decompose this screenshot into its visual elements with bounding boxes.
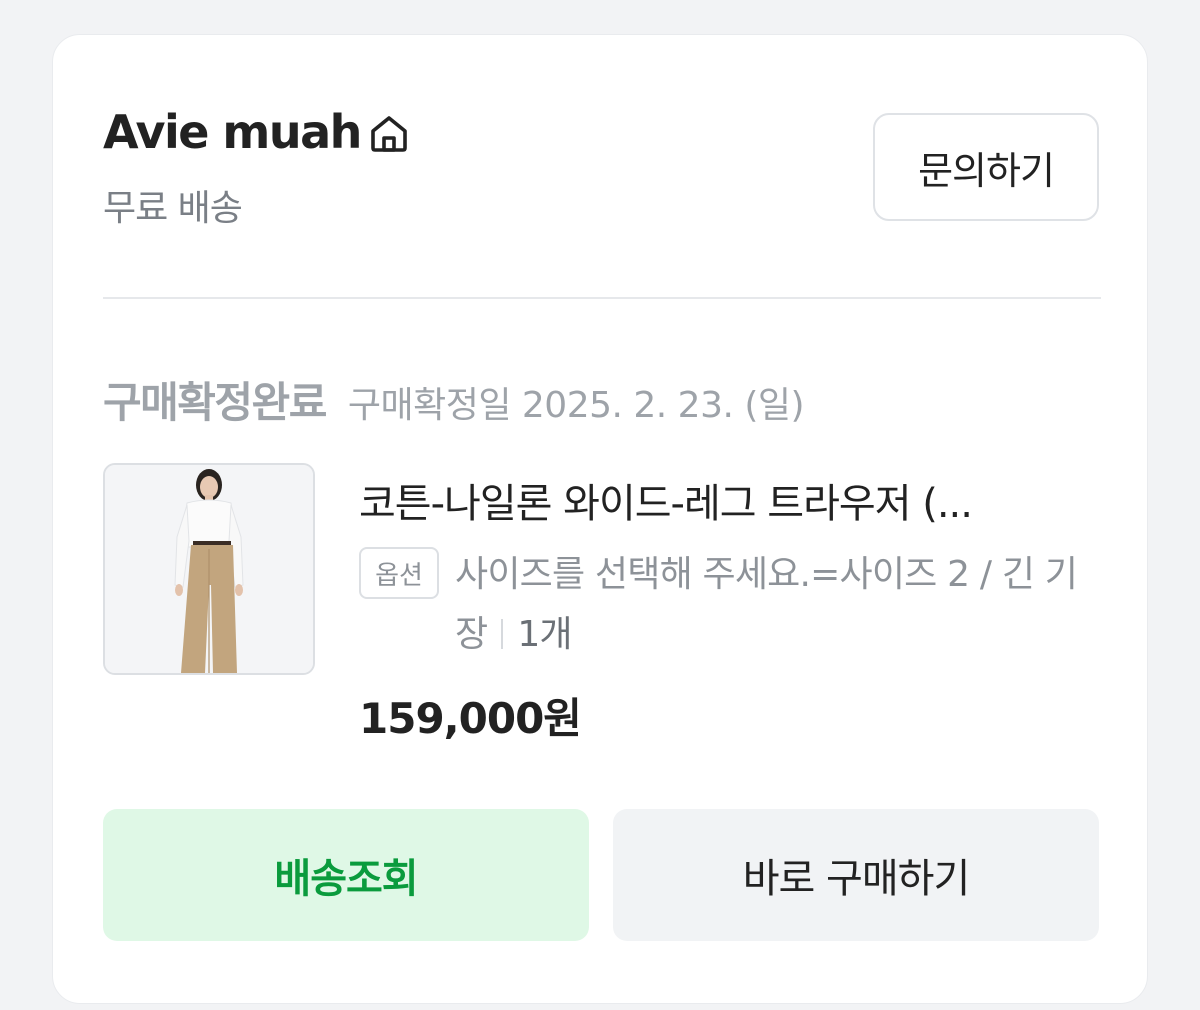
divider — [103, 297, 1101, 299]
confirm-date: 구매확정일 2025. 2. 23. (일) — [347, 385, 805, 426]
inquiry-button[interactable]: 문의하기 — [873, 113, 1099, 221]
buy-again-button[interactable]: 바로 구매하기 — [613, 809, 1099, 941]
product-price: 159,000원 — [359, 694, 582, 743]
product-title[interactable]: 코튼-나일론 와이드-레그 트라우저 (... — [359, 471, 1099, 529]
product-thumbnail[interactable] — [103, 463, 315, 675]
separator — [501, 619, 504, 649]
option-tag: 옵션 — [359, 547, 439, 599]
home-icon[interactable] — [367, 110, 411, 154]
track-shipment-button[interactable]: 배송조회 — [103, 809, 589, 941]
quantity: 1개 — [517, 614, 572, 655]
shipping-info: 무료 배송 — [103, 188, 243, 229]
option-details: 사이즈를 선택해 주세요.=사이즈 2 / 긴 기장 1개 — [455, 545, 1105, 665]
store-header[interactable]: Avie muah — [103, 103, 411, 161]
order-status-row: 구매확정완료 구매확정일 2025. 2. 23. (일) — [103, 369, 805, 430]
order-card: Avie muah 무료 배송 문의하기 구매확정완료 구매확정일 2025. … — [52, 34, 1148, 1004]
store-name[interactable]: Avie muah — [103, 103, 362, 161]
order-status: 구매확정완료 — [103, 378, 327, 427]
